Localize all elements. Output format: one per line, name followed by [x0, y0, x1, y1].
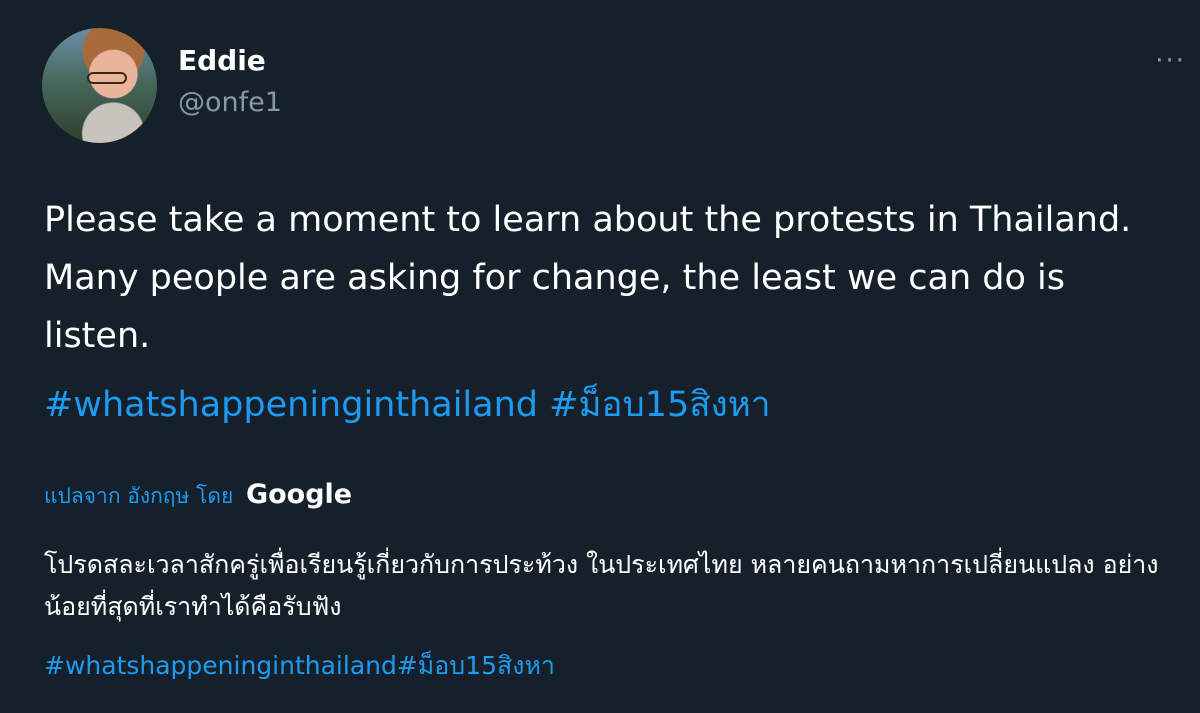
glasses-detail	[87, 72, 127, 84]
translation-label: แปลจาก อังกฤษ โดย	[44, 484, 234, 508]
google-logo: Google	[245, 479, 353, 510]
translation-attribution[interactable]: แปลจาก อังกฤษ โดย Google	[44, 475, 352, 516]
user-handle[interactable]: @onfe1	[178, 85, 282, 121]
translated-text: โปรดสละเวลาสักครู่เพื่อเรียนรู้เกี่ยวกับ…	[44, 550, 1159, 621]
tweet-hashtags[interactable]: #whatshappeninginthailand #ม็อบ15สิงหา	[44, 376, 770, 434]
tweet-card: Eddie @onfe1 ··· Please take a moment to…	[0, 0, 1200, 713]
translated-hashtags[interactable]: #whatshappeninginthailand#ม็อบ15สิงหา	[44, 646, 555, 686]
display-name[interactable]: Eddie	[178, 43, 266, 79]
tweet-text: Please take a moment to learn about the …	[44, 200, 1132, 356]
avatar[interactable]	[42, 28, 157, 143]
more-options-icon[interactable]: ···	[1155, 48, 1186, 74]
